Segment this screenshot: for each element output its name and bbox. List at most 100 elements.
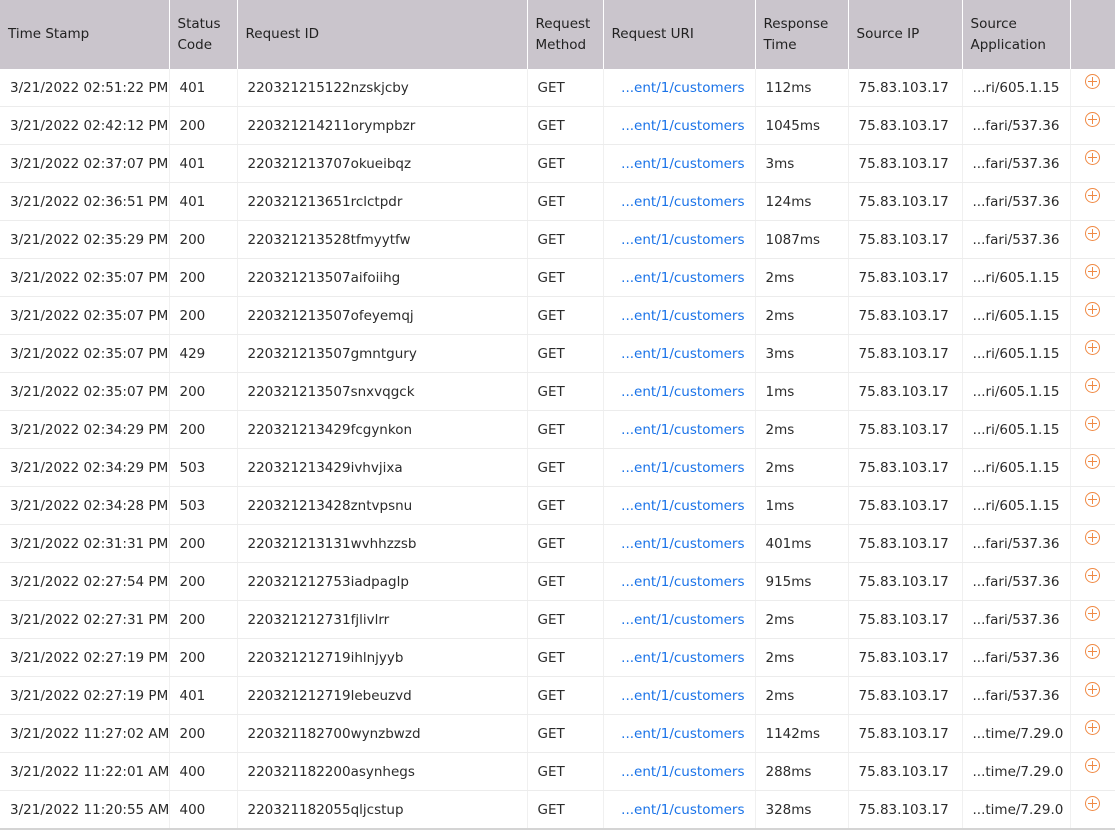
- request-uri-link[interactable]: ...ent/1/customers: [621, 802, 744, 818]
- expand-row-plus-circle-icon[interactable]: [1085, 530, 1101, 545]
- request-uri-link[interactable]: ...ent/1/customers: [621, 688, 744, 704]
- request-method-cell: GET: [527, 562, 604, 601]
- request-method-cell: GET: [527, 714, 604, 753]
- table-row[interactable]: 3/21/2022 02:35:07 PM 200 220321213507ofey…: [0, 296, 1115, 335]
- table-row[interactable]: 3/21/2022 02:34:29 PM 200 220321213429fcgy…: [0, 410, 1115, 449]
- request-uri-link[interactable]: ...ent/1/customers: [621, 764, 744, 780]
- request-uri-cell: ...ent/1/customers: [603, 448, 756, 487]
- table-row[interactable]: 3/21/2022 02:35:07 PM 200 220321213507snxv…: [0, 372, 1115, 411]
- expand-row-plus-circle-icon[interactable]: [1085, 226, 1101, 241]
- timestamp-cell: 3/21/2022 02:42:12 PM: [0, 106, 170, 145]
- request-uri-link[interactable]: ...ent/1/customers: [621, 118, 744, 134]
- source-application-cell: ...fari/537.36: [962, 600, 1071, 639]
- response-time-cell: 2ms: [755, 676, 849, 715]
- expand-row-plus-circle-icon[interactable]: [1085, 378, 1101, 393]
- source-ip-cell: 75.83.103.17: [848, 752, 963, 791]
- header-col-request-uri[interactable]: Request URI: [603, 0, 756, 69]
- request-id-cell: 220321213429fcgynkon: [237, 410, 528, 449]
- request-uri-link[interactable]: ...ent/1/customers: [621, 422, 744, 438]
- header-col-response-time[interactable]: Response Time: [755, 0, 849, 69]
- table-row[interactable]: 3/21/2022 02:35:07 PM 200 220321213507aifo…: [0, 258, 1115, 297]
- table-row[interactable]: 3/21/2022 11:20:55 AM 400 220321182055qljc…: [0, 790, 1115, 830]
- request-uri-link[interactable]: ...ent/1/customers: [621, 574, 744, 590]
- table-row[interactable]: 3/21/2022 02:42:12 PM 200 220321214211orym…: [0, 106, 1115, 145]
- request-uri-link[interactable]: ...ent/1/customers: [621, 194, 744, 210]
- expand-row-plus-circle-icon[interactable]: [1085, 644, 1101, 659]
- request-uri-link[interactable]: ...ent/1/customers: [621, 650, 744, 666]
- request-uri-link[interactable]: ...ent/1/customers: [621, 270, 744, 286]
- expand-row-plus-circle-icon[interactable]: [1085, 682, 1101, 697]
- timestamp-cell: 3/21/2022 02:27:19 PM: [0, 638, 170, 677]
- request-uri-link[interactable]: ...ent/1/customers: [621, 536, 744, 552]
- source-ip-cell: 75.83.103.17: [848, 410, 963, 449]
- request-uri-link[interactable]: ...ent/1/customers: [621, 346, 744, 362]
- status-code-cell: 200: [169, 410, 238, 449]
- table-row[interactable]: 3/21/2022 02:31:31 PM 200 220321213131wvhh…: [0, 524, 1115, 563]
- request-uri-link[interactable]: ...ent/1/customers: [621, 308, 744, 324]
- source-ip-cell: 75.83.103.17: [848, 638, 963, 677]
- table-row[interactable]: 3/21/2022 02:37:07 PM 401 220321213707okue…: [0, 144, 1115, 183]
- expand-row-plus-circle-icon[interactable]: [1085, 568, 1101, 583]
- expand-row-plus-circle-icon[interactable]: [1085, 188, 1101, 203]
- header-col-request-id[interactable]: Request ID: [237, 0, 528, 69]
- header-label-line: Request URI: [611, 26, 694, 42]
- table-row[interactable]: 3/21/2022 11:22:01 AM 400 220321182200asyn…: [0, 752, 1115, 791]
- source-application-cell: ...ri/605.1.15: [962, 486, 1071, 525]
- expand-row-plus-circle-icon[interactable]: [1085, 74, 1101, 89]
- expand-row-plus-circle-icon[interactable]: [1085, 606, 1101, 621]
- response-time-cell: 1ms: [755, 486, 849, 525]
- status-code-cell: 200: [169, 600, 238, 639]
- table-row[interactable]: 3/21/2022 02:35:07 PM 429 220321213507gmnt…: [0, 334, 1115, 373]
- source-ip-cell: 75.83.103.17: [848, 296, 963, 335]
- header-col-status-code[interactable]: Status Code: [169, 0, 238, 69]
- header-col-timestamp[interactable]: Time Stamp: [0, 0, 170, 69]
- request-id-cell: 220321213528tfmyytfw: [237, 220, 528, 259]
- request-uri-link[interactable]: ...ent/1/customers: [621, 384, 744, 400]
- timestamp-cell: 3/21/2022 02:27:54 PM: [0, 562, 170, 601]
- expand-row-plus-circle-icon[interactable]: [1085, 416, 1101, 431]
- expand-row-plus-circle-icon[interactable]: [1085, 150, 1101, 165]
- table-row[interactable]: 3/21/2022 02:34:29 PM 503 220321213429ivhv…: [0, 448, 1115, 487]
- request-uri-link[interactable]: ...ent/1/customers: [621, 460, 744, 476]
- table-body: 3/21/2022 02:51:22 PM 401 220321215122nzsk…: [0, 69, 1115, 830]
- source-ip-cell: 75.83.103.17: [848, 562, 963, 601]
- table-row[interactable]: 3/21/2022 02:27:19 PM 200 220321212719ihln…: [0, 638, 1115, 677]
- request-uri-link[interactable]: ...ent/1/customers: [621, 498, 744, 514]
- table-row[interactable]: 3/21/2022 11:27:02 AM 200 220321182700wynz…: [0, 714, 1115, 753]
- response-time-cell: 3ms: [755, 334, 849, 373]
- request-uri-link[interactable]: ...ent/1/customers: [621, 232, 744, 248]
- header-row: Time Stamp Status Code Request ID Request Met…: [0, 0, 1115, 69]
- expand-row-plus-circle-icon[interactable]: [1085, 758, 1101, 773]
- expand-row-plus-circle-icon[interactable]: [1085, 720, 1101, 735]
- timestamp-cell: 3/21/2022 02:35:07 PM: [0, 296, 170, 335]
- table-row[interactable]: 3/21/2022 02:27:19 PM 401 220321212719lebe…: [0, 676, 1115, 715]
- expand-row-plus-circle-icon[interactable]: [1085, 264, 1101, 279]
- table-row[interactable]: 3/21/2022 02:27:31 PM 200 220321212731fjli…: [0, 600, 1115, 639]
- source-ip-cell: 75.83.103.17: [848, 448, 963, 487]
- header-label-line: Request: [535, 15, 591, 32]
- expand-row-plus-circle-icon[interactable]: [1085, 340, 1101, 355]
- table-row[interactable]: 3/21/2022 02:34:28 PM 503 220321213428zntv…: [0, 486, 1115, 525]
- expand-row-plus-circle-icon[interactable]: [1085, 112, 1101, 127]
- table-row[interactable]: 3/21/2022 02:35:29 PM 200 220321213528tfmy…: [0, 220, 1115, 259]
- expand-row-plus-circle-icon[interactable]: [1085, 454, 1101, 469]
- expand-row-plus-circle-icon[interactable]: [1085, 302, 1101, 317]
- expand-row-plus-circle-icon[interactable]: [1085, 796, 1101, 811]
- response-time-cell: 2ms: [755, 638, 849, 677]
- table-row[interactable]: 3/21/2022 02:27:54 PM 200 220321212753iadp…: [0, 562, 1115, 601]
- table-row[interactable]: 3/21/2022 02:51:22 PM 401 220321215122nzsk…: [0, 69, 1115, 107]
- request-uri-link[interactable]: ...ent/1/customers: [621, 156, 744, 172]
- request-uri-link[interactable]: ...ent/1/customers: [621, 726, 744, 742]
- expand-row-plus-circle-icon[interactable]: [1085, 492, 1101, 507]
- header-col-request-method[interactable]: Request Method: [527, 0, 604, 69]
- header-col-source-application[interactable]: Source Application: [962, 0, 1071, 69]
- request-uri-link[interactable]: ...ent/1/customers: [621, 80, 744, 96]
- header-label-line: Time: [763, 36, 797, 53]
- request-uri-cell: ...ent/1/customers: [603, 486, 756, 525]
- response-time-cell: 1087ms: [755, 220, 849, 259]
- header-col-source-ip[interactable]: Source IP: [848, 0, 963, 69]
- header-label-line: Application: [970, 36, 1046, 53]
- table-row[interactable]: 3/21/2022 02:36:51 PM 401 220321213651rclc…: [0, 182, 1115, 221]
- request-uri-link[interactable]: ...ent/1/customers: [621, 612, 744, 628]
- status-code-cell: 200: [169, 524, 238, 563]
